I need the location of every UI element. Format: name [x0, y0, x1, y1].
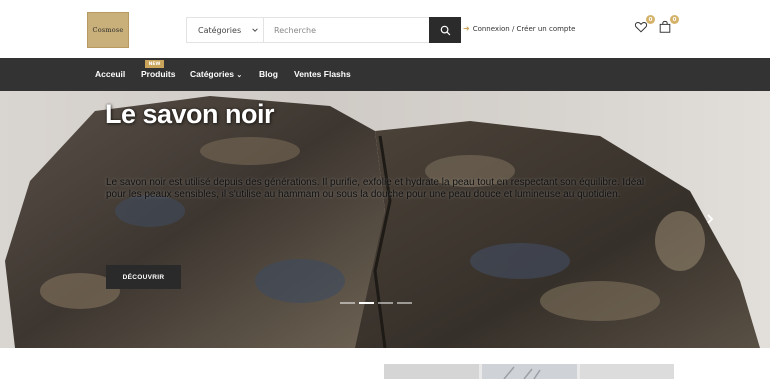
wishlist-count-badge: 0 [646, 15, 655, 24]
search-icon [440, 25, 450, 35]
chevron-down-icon [252, 28, 258, 32]
site-header: Cosmose Catégories ➜ Connexion / Créer u… [0, 0, 770, 58]
nav-item-produits[interactable]: Produits [141, 69, 175, 79]
slider-dot[interactable] [397, 302, 412, 304]
hero-description: Le savon noir est utilisé depuis des gén… [106, 177, 645, 200]
hero-slider: Le savon noir Le savon noir est utilisé … [0, 91, 770, 348]
hero-title: Le savon noir [105, 99, 275, 129]
wishlist-button[interactable]: 0 [634, 15, 655, 35]
slider-dot[interactable] [378, 302, 393, 304]
nav-item-ventes-flashs[interactable]: Ventes Flashs [294, 69, 351, 79]
login-icon: ➜ [463, 24, 470, 33]
login-link[interactable]: ➜ Connexion / Créer un compte [463, 24, 575, 33]
chevron-right-icon[interactable] [703, 212, 717, 226]
chevron-down-icon: ⌄ [236, 72, 243, 79]
category-select[interactable]: Catégories [187, 18, 264, 42]
main-navigation: Acceuil Produits Catégories ⌄ Blog Vente… [0, 58, 770, 91]
product-banner-image [384, 364, 674, 379]
login-label: Connexion / Créer un compte [472, 24, 576, 33]
nav-item-accueil[interactable]: Acceuil [95, 69, 125, 79]
logo-text: Cosmose [92, 26, 124, 34]
slider-dot[interactable] [340, 302, 355, 304]
search-bar: Catégories [186, 17, 461, 43]
cart-button[interactable]: 0 [658, 15, 679, 35]
new-badge: NEW [145, 60, 164, 68]
slider-dot[interactable] [359, 302, 374, 304]
category-select-label: Catégories [198, 25, 242, 35]
search-button[interactable] [429, 17, 461, 43]
site-logo[interactable]: Cosmose [87, 12, 129, 48]
search-input[interactable] [264, 18, 429, 42]
nav-item-categories-label: Catégories [190, 69, 234, 79]
nav-item-blog[interactable]: Blog [259, 69, 278, 79]
cart-count-badge: 0 [670, 15, 679, 24]
slider-dots [340, 302, 412, 304]
discover-button[interactable]: DÉCOUVRIR [106, 265, 181, 289]
nav-item-categories[interactable]: Catégories ⌄ [190, 69, 242, 79]
content-section [0, 348, 770, 379]
